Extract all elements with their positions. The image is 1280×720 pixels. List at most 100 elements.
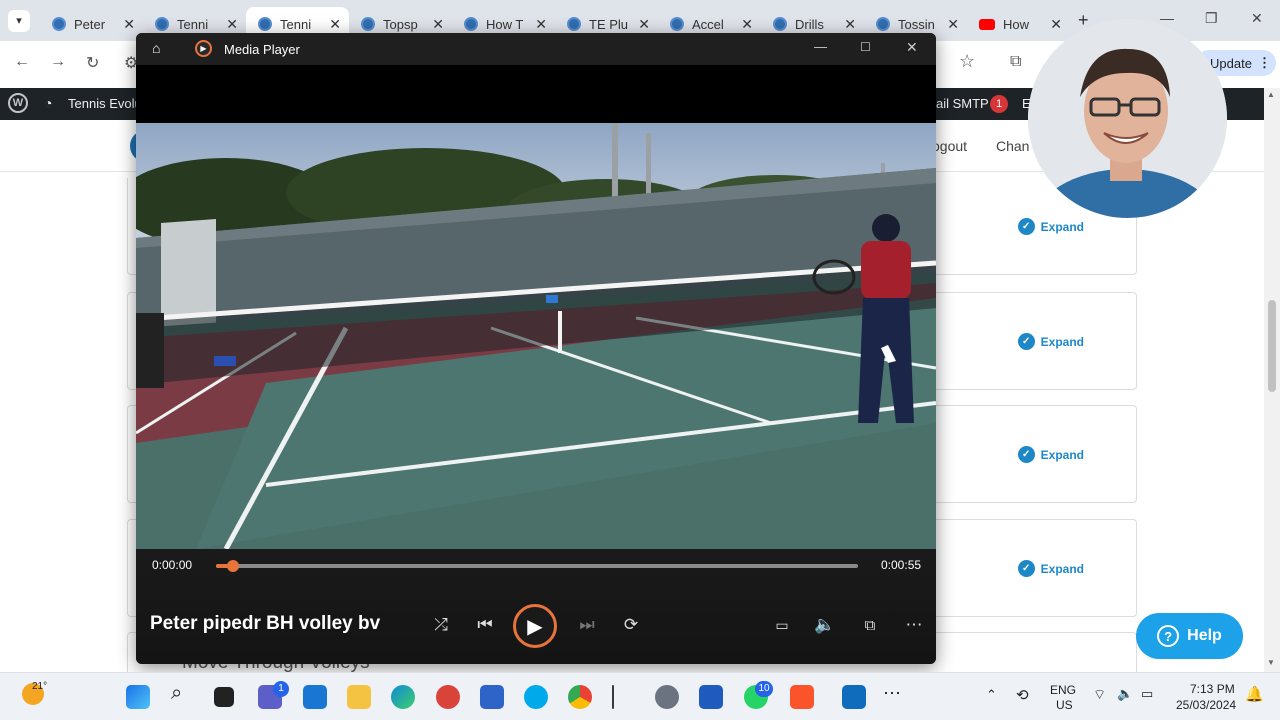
page-scrollbar[interactable]: ▲ ▼ <box>1264 88 1280 672</box>
back-arrow-icon[interactable]: ← <box>14 53 30 71</box>
brave-icon[interactable] <box>790 685 814 709</box>
wordpress-icon <box>876 17 890 31</box>
chevron-up-icon[interactable]: ⌃ <box>986 687 997 703</box>
more-apps-icon[interactable]: ⋯ <box>883 683 907 707</box>
check-icon: ✓ <box>1017 218 1035 235</box>
dashboard-gauge-icon: ◔ <box>44 95 53 111</box>
chrome-menu-icon[interactable]: ⋮ <box>1258 55 1271 71</box>
minimize-icon[interactable]: — <box>1160 10 1174 26</box>
speaker-icon[interactable]: 🔈 <box>1117 686 1133 702</box>
home-icon[interactable]: ⌂ <box>152 40 160 56</box>
tab-search-button[interactable]: ▾ <box>8 9 30 32</box>
seek-bar[interactable] <box>216 560 858 572</box>
check-icon: ✓ <box>1017 560 1035 577</box>
close-icon[interactable]: ✕ <box>844 16 856 33</box>
close-icon[interactable]: ✕ <box>226 16 238 33</box>
shuffle-icon[interactable]: ⤮ <box>427 611 455 639</box>
screen-recorder-icon[interactable] <box>436 685 460 709</box>
scroll-up-icon[interactable]: ▲ <box>1267 90 1275 99</box>
close-icon[interactable]: ✕ <box>123 16 135 33</box>
wordpress-icon <box>361 17 375 31</box>
file-explorer-icon[interactable] <box>347 685 371 709</box>
repeat-off-icon[interactable]: ⟳ <box>617 611 645 639</box>
video-title: Peter pipedr BH volley bv <box>150 613 381 634</box>
video-frame[interactable] <box>136 123 936 549</box>
wordpress-logo-icon[interactable]: W <box>8 93 28 113</box>
tennis-court-video-still <box>136 123 936 549</box>
close-icon[interactable]: ✕ <box>432 16 444 33</box>
change-link[interactable]: Chan <box>996 138 1029 154</box>
battery-icon[interactable]: ▭ <box>1141 686 1153 702</box>
media-player-titlebar: ⌂ ▶ Media Player — ☐ ✕ <box>136 33 936 65</box>
expand-button[interactable]: ✓ Expand <box>1017 218 1084 235</box>
outlook-icon[interactable] <box>842 685 866 709</box>
wordpress-icon <box>258 17 272 31</box>
help-button[interactable]: ? Help <box>1136 613 1243 659</box>
expand-button[interactable]: ✓ Expand <box>1017 333 1084 350</box>
weather-temperature: 21° <box>32 681 48 692</box>
bookmark-star-icon[interactable]: ☆ <box>959 51 975 72</box>
play-button[interactable]: ▶ <box>513 604 557 648</box>
wordpress-icon <box>52 17 66 31</box>
scroll-down-icon[interactable]: ▼ <box>1267 658 1275 667</box>
youtube-icon <box>979 18 995 30</box>
wifi-icon[interactable]: ⌔ <box>1093 686 1106 704</box>
media-player-window: ⌂ ▶ Media Player — ☐ ✕ 0:00:00 0:00:55 P… <box>136 33 936 664</box>
close-icon[interactable]: ✕ <box>741 16 753 33</box>
chrome-icon[interactable] <box>568 685 592 709</box>
media-player-logo-icon: ▶ <box>195 40 212 57</box>
expand-button[interactable]: ✓ Expand <box>1017 446 1084 463</box>
smtp-notification-badge: 1 <box>990 95 1008 113</box>
close-icon[interactable]: ✕ <box>329 16 341 33</box>
close-window-icon[interactable]: ✕ <box>1251 10 1263 27</box>
windows-start-icon[interactable] <box>126 685 150 709</box>
seek-bar-thumb[interactable] <box>226 560 239 572</box>
skype-icon[interactable] <box>524 685 548 709</box>
playback-controls: 0:00:00 0:00:55 Peter pipedr BH volley b… <box>136 549 936 664</box>
next-track-icon[interactable]: ⏭ <box>573 611 601 639</box>
browser-tab[interactable]: How ✕ <box>967 7 1070 41</box>
wordpress-icon <box>567 17 581 31</box>
wp-smtp-menu[interactable]: ail SMTP <box>936 96 989 111</box>
sync-icon[interactable]: ⟲ <box>1016 686 1029 704</box>
previous-track-icon[interactable]: ⏮ <box>471 611 499 639</box>
close-window-icon[interactable]: ✕ <box>906 39 918 56</box>
restore-icon[interactable]: ❐ <box>1205 10 1218 27</box>
close-icon[interactable]: ✕ <box>535 16 547 33</box>
extensions-puzzle-icon[interactable]: ⧉ <box>1010 53 1021 71</box>
volume-icon[interactable]: 🔈 <box>811 611 839 639</box>
total-duration: 0:00:55 <box>881 558 922 572</box>
snipping-tool-icon[interactable] <box>480 685 504 709</box>
wordpress-icon <box>155 17 169 31</box>
task-view-icon[interactable] <box>214 687 234 707</box>
more-options-icon[interactable]: ⋯ <box>900 611 928 639</box>
reload-icon[interactable]: ↻ <box>86 53 99 73</box>
language-bottom[interactable]: US <box>1056 698 1073 712</box>
scrollbar-thumb[interactable] <box>1268 300 1276 392</box>
wp-site-name[interactable]: Tennis Evolu <box>68 96 142 111</box>
wordpress-icon <box>773 17 787 31</box>
word-icon[interactable] <box>699 685 723 709</box>
minimize-icon[interactable]: — <box>814 39 827 54</box>
whatsapp-badge: 10 <box>755 681 773 697</box>
wordpress-icon <box>464 17 478 31</box>
logout-link[interactable]: ogout <box>932 138 967 154</box>
forward-arrow-icon[interactable]: → <box>50 53 66 71</box>
settings-gear-icon[interactable] <box>655 685 679 709</box>
maximize-icon[interactable]: ☐ <box>860 40 871 54</box>
question-icon: ? <box>1157 625 1180 647</box>
clock-time[interactable]: 7:13 PM <box>1190 682 1235 696</box>
mail-icon[interactable] <box>303 685 327 709</box>
expand-button[interactable]: ✓ Expand <box>1017 560 1084 577</box>
notification-bell-icon[interactable]: 🔔 <box>1245 685 1264 703</box>
close-icon[interactable]: ✕ <box>638 16 650 33</box>
language-top[interactable]: ENG <box>1050 683 1076 697</box>
clock-date[interactable]: 25/03/2024 <box>1176 698 1236 712</box>
browser-tab[interactable]: Peter ✕ <box>40 7 143 41</box>
close-icon[interactable]: ✕ <box>1050 16 1062 33</box>
edge-icon[interactable] <box>391 685 415 709</box>
close-icon[interactable]: ✕ <box>947 16 959 33</box>
subtitles-icon[interactable]: ▭ <box>768 611 796 639</box>
miniplayer-icon[interactable]: ⧉ <box>856 611 884 639</box>
search-icon[interactable]: ⌕ <box>171 682 195 706</box>
